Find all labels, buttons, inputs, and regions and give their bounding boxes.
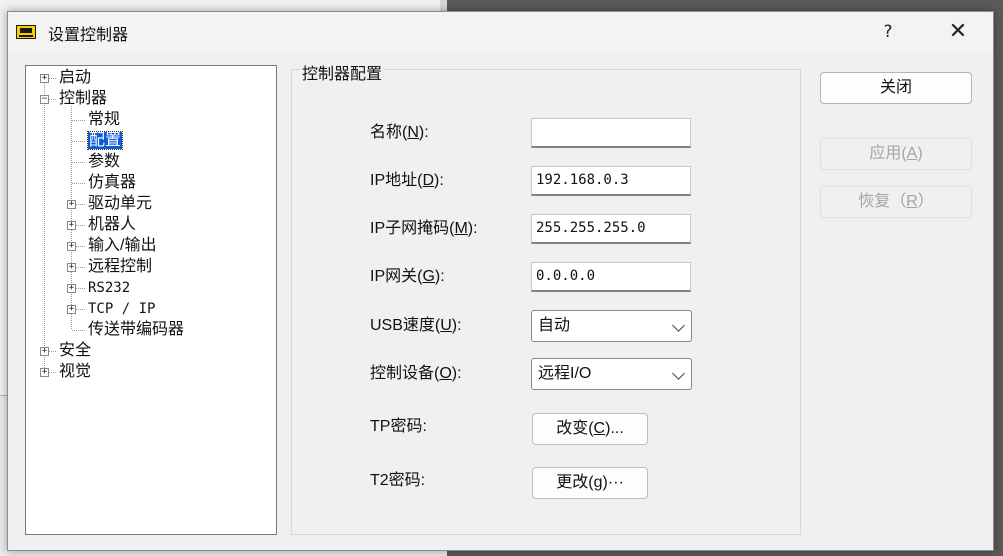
gateway-label: IP网关(G): [370, 268, 445, 285]
tree-item-startup[interactable]: 启动 [59, 68, 91, 88]
chevron-down-icon [672, 319, 685, 332]
close-icon[interactable]: ✕ [933, 18, 983, 46]
close-button[interactable]: 关闭 [820, 72, 972, 104]
usb-speed-select[interactable]: 自动 [531, 310, 692, 342]
tree-item-tcp-ip[interactable]: TCP / IP [88, 299, 155, 319]
expand-icon[interactable]: + [67, 200, 76, 209]
tree-item-controller[interactable]: 控制器 [59, 89, 107, 109]
ip-address-input[interactable]: 192.168.0.3 [531, 166, 691, 196]
chevron-down-icon [672, 367, 685, 380]
t2-password-label: T2密码: [370, 472, 426, 489]
title-bar[interactable]: 设置控制器 ? ✕ [8, 12, 993, 52]
tree-item-general[interactable]: 常规 [88, 110, 120, 130]
tree-item-conveyor-encoder[interactable]: 传送带编码器 [88, 320, 184, 340]
settings-dialog: 设置控制器 ? ✕ + 启动 − 控制器 常规 配置 参数 仿真器 + 驱动单元… [7, 11, 994, 551]
tree-item-vision[interactable]: 视觉 [59, 362, 91, 382]
expand-icon[interactable]: + [67, 263, 76, 272]
tree-item-simulator[interactable]: 仿真器 [88, 173, 136, 193]
expand-icon[interactable]: + [67, 305, 76, 314]
tree-item-drive-units[interactable]: 驱动单元 [88, 194, 152, 214]
help-button[interactable]: ? [863, 18, 913, 46]
tree-item-rs232[interactable]: RS232 [88, 278, 130, 298]
control-device-select[interactable]: 远程I/O [531, 358, 692, 390]
name-input[interactable] [531, 118, 691, 148]
control-device-label: 控制设备(O): [370, 365, 462, 382]
apply-button[interactable]: 应用(A) [820, 138, 972, 170]
tree-item-io[interactable]: 输入/输出 [88, 236, 156, 256]
tp-password-label: TP密码: [370, 418, 427, 435]
settings-tree[interactable]: + 启动 − 控制器 常规 配置 参数 仿真器 + 驱动单元 + 机器人 + 输… [25, 65, 277, 535]
dialog-title: 设置控制器 [48, 25, 129, 44]
collapse-icon[interactable]: − [40, 95, 49, 104]
expand-icon[interactable]: + [40, 368, 49, 377]
subnet-mask-input[interactable]: 255.255.255.0 [531, 214, 691, 244]
expand-icon[interactable]: + [40, 347, 49, 356]
expand-icon[interactable]: + [67, 284, 76, 293]
gateway-input[interactable]: 0.0.0.0 [531, 262, 691, 292]
change-tp-password-button[interactable]: 改变(C)... [532, 413, 648, 445]
name-label: 名称(N): [370, 124, 429, 141]
ip-address-label: IP地址(D): [370, 172, 444, 189]
tree-item-robot[interactable]: 机器人 [88, 215, 136, 235]
tree-item-safety[interactable]: 安全 [59, 341, 91, 361]
expand-icon[interactable]: + [67, 221, 76, 230]
restore-button[interactable]: 恢复（R） [820, 186, 972, 218]
change-t2-password-button[interactable]: 更改(g)··· [532, 467, 648, 499]
expand-icon[interactable]: + [67, 242, 76, 251]
tree-item-parameters[interactable]: 参数 [88, 152, 120, 172]
tree-item-remote-control[interactable]: 远程控制 [88, 257, 152, 277]
subnet-mask-label: IP子网掩码(M): [370, 220, 478, 237]
usb-speed-label: USB速度(U): [370, 317, 462, 334]
group-title: 控制器配置 [300, 60, 385, 84]
expand-icon[interactable]: + [40, 74, 49, 83]
tree-item-configuration[interactable]: 配置 [86, 131, 124, 151]
controller-app-icon [16, 25, 36, 39]
